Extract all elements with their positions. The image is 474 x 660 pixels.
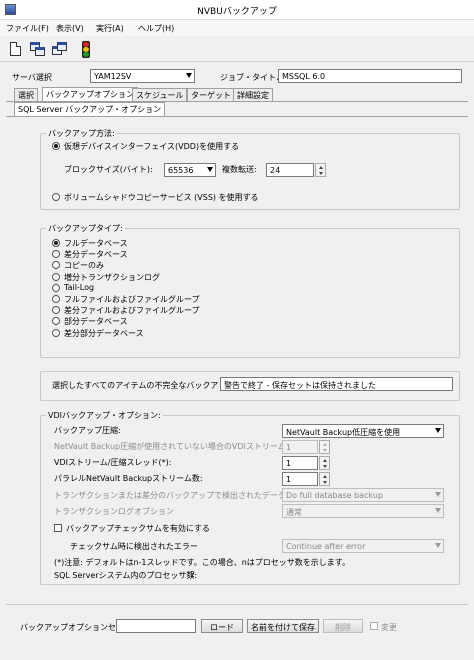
compression-value: NetVault Backup低圧縮を使用 (286, 428, 401, 437)
chevron-down-icon (207, 167, 213, 172)
incomplete-backup-label: 選択したすべてのアイテムの不完全なバックアップ (52, 381, 235, 390)
menu-file[interactable]: ファイル(F) (6, 23, 49, 34)
windows-icon[interactable] (28, 40, 46, 58)
job-title-input[interactable]: MSSQL 6.0 (278, 69, 462, 83)
parallel-streams-label: パラレルNetVault Backupストリーム数: (54, 474, 203, 483)
blocksize-label: ブロックサイズ(バイト): (64, 165, 153, 174)
change-label: 変更 (381, 623, 397, 632)
parallel-streams-input[interactable]: 1 (282, 472, 318, 486)
delete-button[interactable]: 削除 (323, 619, 363, 633)
processors-value: 2 (190, 570, 196, 579)
vdi-streams-spinner[interactable] (319, 440, 330, 454)
save-as-button[interactable]: 名前を付けて保存 (247, 619, 319, 633)
menu-run[interactable]: 実行(A) (96, 23, 124, 34)
backup-type-label: フルファイルおよびファイルグループ (64, 295, 200, 304)
checksum-error-label: チェックサム時に検出されたエラー (70, 542, 198, 551)
multi-transfer-input[interactable]: 24 (266, 163, 314, 177)
vdd-label: 仮想デバイスインターフェイス(VDD)を使用する (64, 142, 240, 151)
incomplete-backup-select[interactable]: 警告で終了 - 保存セットは保持されました (220, 377, 453, 391)
backup-type-radio[interactable] (52, 306, 60, 314)
vdi-streams-input[interactable]: 1 (282, 440, 318, 454)
vdi-streams-label: NetVault Backup圧縮が使用されていない場合のVDIストリーム: (54, 442, 289, 451)
tab-target[interactable]: ターゲット (187, 88, 235, 101)
vdi-threads-spinner[interactable] (319, 456, 330, 470)
backup-type-label: 増分トランザクションログ (64, 273, 160, 282)
trans-diff-label: トランザクションまたは差分のバックアップで検出されたデータベース (54, 491, 310, 500)
checksum-label: バックアップチェックサムを有効にする (66, 524, 210, 533)
backup-type-radio[interactable] (52, 261, 60, 269)
menu-view[interactable]: 表示(V) (56, 23, 84, 34)
change-checkbox[interactable] (370, 622, 378, 630)
trans-log-select[interactable]: 通常 (282, 504, 444, 518)
multi-transfer-label: 複数転送: (222, 165, 257, 174)
checksum-error-value: Continue after error (286, 542, 366, 551)
backup-type-radio[interactable] (52, 295, 60, 303)
vdi-threads-label: VDIストリーム/圧縮スレッド(*): (54, 458, 172, 467)
backup-type-label: コピーのみ (64, 261, 104, 270)
backup-type-label: Tail-Log (64, 283, 95, 292)
blocksize-value: 65536 (168, 166, 194, 175)
backup-method-legend: バックアップ方法: (46, 128, 117, 139)
chevron-down-icon (435, 428, 441, 433)
backup-type-radio[interactable] (52, 284, 60, 292)
title-bar: NVBUバックアップ (0, 0, 474, 20)
compression-select[interactable]: NetVault Backup低圧縮を使用 (282, 424, 444, 438)
windows-alt-icon[interactable] (50, 40, 68, 58)
tab-sql-server-backup-options[interactable]: SQL Server バックアップ・オプション (14, 102, 166, 116)
multi-transfer-spinner[interactable] (315, 163, 326, 177)
backup-type-label: 差分部分データベース (64, 329, 144, 338)
server-select[interactable]: YAM12SV (90, 69, 195, 83)
subtab-divider (6, 116, 468, 117)
trans-diff-select[interactable]: Do full database backup (282, 488, 444, 502)
vdi-options-legend: VDIバックアップ・オプション: (46, 410, 163, 421)
trans-diff-value: Do full database backup (286, 491, 384, 500)
tab-advanced[interactable]: 詳細設定 (233, 88, 273, 101)
processors-label: SQL Serverシステム内のプロセッサ数: (54, 571, 198, 580)
backup-type-radio[interactable] (52, 239, 60, 247)
job-title-label: ジョブ・タイトル (220, 73, 284, 82)
tab-select[interactable]: 選択 (14, 88, 38, 101)
vdi-threads-input[interactable]: 1 (282, 456, 318, 470)
backup-type-label: 差分ファイルおよびファイルグループ (64, 306, 200, 315)
bottom-divider (6, 604, 468, 605)
backup-type-legend: バックアップタイプ: (46, 223, 125, 234)
toolbar (0, 36, 474, 62)
backup-type-label: フルデータベース (64, 239, 128, 248)
checksum-checkbox[interactable] (54, 524, 62, 532)
menu-help[interactable]: ヘルプ(H) (138, 23, 174, 34)
server-select-value: YAM12SV (94, 72, 132, 81)
thread-note: (*)注意: デフォルトはn-1スレッドです。この場合、nはプロセッサ数を示しま… (54, 558, 350, 567)
window-title: NVBUバックアップ (197, 7, 277, 17)
traffic-light-icon[interactable] (76, 40, 94, 58)
trans-log-value: 通常 (286, 508, 302, 517)
server-label: サーバ選択 (12, 73, 52, 82)
load-button[interactable]: ロード (201, 619, 243, 633)
backup-type-radio[interactable] (52, 317, 60, 325)
chevron-down-icon (435, 508, 441, 513)
new-document-icon[interactable] (6, 40, 24, 58)
vss-radio[interactable] (52, 193, 60, 201)
chevron-down-icon (186, 73, 192, 78)
checksum-error-select[interactable]: Continue after error (282, 539, 444, 553)
parallel-streams-spinner[interactable] (319, 472, 330, 486)
compression-label: バックアップ圧縮: (54, 426, 121, 435)
option-set-input[interactable] (116, 619, 196, 633)
backup-type-label: 部分データベース (64, 317, 128, 326)
backup-type-radio[interactable] (52, 250, 60, 258)
chevron-down-icon (435, 543, 441, 548)
tab-schedule[interactable]: スケジュール (132, 88, 188, 101)
tab-backup-options[interactable]: バックアップオプション (42, 87, 138, 101)
chevron-down-icon (435, 492, 441, 497)
blocksize-select[interactable]: 65536 (164, 163, 216, 177)
vdd-radio[interactable] (52, 142, 60, 150)
backup-type-radio[interactable] (52, 273, 60, 281)
menu-bar: ファイル(F) 表示(V) 実行(A) ヘルプ(H) (0, 20, 474, 36)
trans-log-label: トランザクションログオプション (54, 507, 174, 516)
backup-type-label: 差分データベース (64, 250, 128, 259)
vss-label: ボリュームシャドウコピーサービス (VSS) を使用する (64, 193, 259, 202)
backup-type-radio[interactable] (52, 329, 60, 337)
